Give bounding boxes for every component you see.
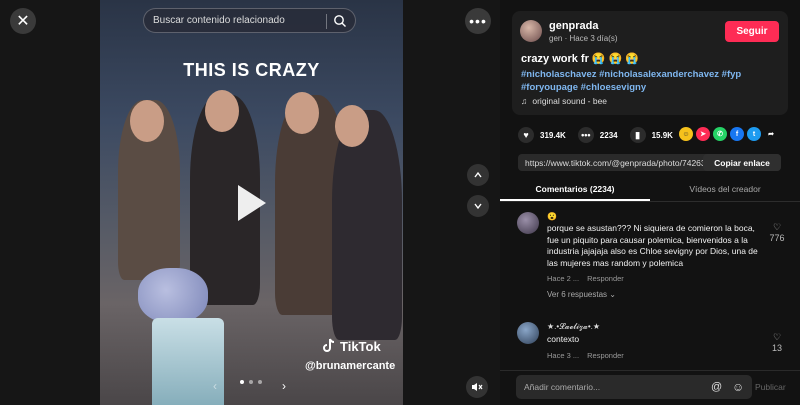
facebook-icon[interactable]: f [730,127,744,141]
avatar[interactable] [517,322,539,344]
emoji-icon[interactable]: ☺ [732,380,744,394]
reply-button[interactable]: Responder [587,274,624,283]
view-replies-button[interactable]: Ver 6 respuestas ⌄ [547,290,759,299]
like-count: 319.4K [540,130,566,140]
mute-icon[interactable] [466,376,488,398]
comment-author[interactable]: ★.•𝓛𝓪𝓮𝓵𝓲𝔃𝓪•.★ [547,322,759,332]
comment-author[interactable]: 😮 [547,212,759,221]
publish-button[interactable]: Publicar [755,382,786,392]
share-link-url[interactable]: https://www.tiktok.com/@genprada/photo/7… [518,158,703,168]
search-placeholder: Buscar contenido relacionado [153,15,285,26]
copy-link-button[interactable]: Copiar enlace [703,154,781,171]
comment-like[interactable]: ♡ 13 [767,332,787,353]
heart-icon[interactable]: ♥ [518,127,534,143]
comment-like[interactable]: ♡ 776 [767,222,787,243]
sound-label: original sound - bee [532,96,608,106]
comment-icon[interactable]: ••• [577,127,594,143]
video-figure-head [205,90,239,132]
comment-input-placeholder: Añadir comentario... [524,382,601,392]
whatsapp-icon[interactable]: ✆ [713,127,727,141]
video-figure-head [130,100,164,142]
comment-text: porque se asustan??? Ni siquiera de comi… [547,223,758,268]
video-figure [332,110,402,340]
comment-composer: Añadir comentario... @ ☺ Publicar [500,370,800,405]
comment-body: 😮 porque se asustan??? Ni siquiera de co… [547,212,759,299]
save-stat[interactable]: ▮ 15.9K [629,127,673,143]
search-icon[interactable] [333,14,347,28]
search-divider [326,14,327,29]
search-input[interactable]: Buscar contenido relacionado [143,8,356,33]
comment-input[interactable]: Añadir comentario... @ ☺ [516,375,752,399]
comment-meta: Hace 2 ... Responder [547,274,759,283]
bookmark-icon[interactable]: ▮ [629,127,646,143]
video-figure-head [335,105,369,147]
carousel-dot[interactable] [240,380,244,384]
author-meta: gen · Hace 3 día(s) [549,34,618,43]
heart-outline-icon[interactable]: ♡ [767,222,787,233]
tab-creator-videos[interactable]: Vídeos del creador [650,180,800,201]
flowers-decor [138,268,208,323]
tiktok-logo-icon [323,338,335,352]
music-note-icon: ♫ [521,96,528,106]
twitter-icon[interactable]: t [747,127,761,141]
share-link-row: https://www.tiktok.com/@genprada/photo/7… [518,154,781,171]
author-name[interactable]: genprada [549,20,599,32]
video-player[interactable]: Buscar contenido relacionado THIS IS CRA… [100,0,403,405]
like-stat[interactable]: ♥ 319.4K [518,127,566,143]
play-icon[interactable] [238,185,266,221]
follow-button[interactable]: Seguir [725,21,779,42]
post-caption: crazy work fr 😭 😭 😭 [521,53,640,65]
comment-count: 2234 [599,130,618,140]
comment-time: Hace 3 ... [547,350,580,360]
video-overlay-text: THIS IS CRAZY [183,60,320,80]
post-hashtags[interactable]: #nicholaschavez #nicholasalexanderchavez… [521,68,781,94]
close-icon[interactable]: ✕ [10,8,36,34]
details-panel: genprada gen · Hace 3 día(s) Seguir craz… [500,0,800,405]
previous-photo-icon[interactable]: ‹ [213,379,217,393]
at-icon[interactable]: @ [711,381,722,393]
panel-tabs: Comentarios (2234) Vídeos del creador [500,180,800,202]
carousel-dot[interactable] [258,380,262,384]
comment-like-count: 776 [769,233,785,243]
reply-button[interactable]: Responder [587,351,624,360]
app-root: ✕ ••• Buscar contenido relacionado THIS … [0,0,800,405]
engagement-stats: ♥ 319.4K ••• 2234 ▮ 15.9K [518,127,685,143]
video-stage: ✕ ••• Buscar contenido relacionado THIS … [0,0,500,405]
share-icons: ☺ ➤ ✆ f t ➦ [679,127,778,141]
watermark-handle: @brunamercante [305,360,396,372]
comment-text: contexto [547,334,580,344]
comment-meta: Hace 3 ... Responder [547,351,759,360]
comment-like-count: 13 [771,343,782,353]
embed-icon[interactable]: ☺ [679,127,693,141]
send-to-friends-icon[interactable]: ➤ [696,127,710,141]
video-figure-head [285,92,319,134]
chevron-down-icon[interactable] [467,195,489,217]
heart-outline-icon[interactable]: ♡ [767,332,787,343]
save-count: 15.9K [651,130,673,140]
tiktok-watermark: TikTok [322,338,381,354]
carousel-dots [240,380,262,384]
comment-body: ★.•𝓛𝓪𝓮𝓵𝓲𝔃𝓪•.★ contexto Hace 3 ... Respon… [547,322,759,360]
avatar[interactable] [517,212,539,234]
more-horizontal-icon[interactable]: ••• [465,8,491,34]
comment-time: Hace 2 ... [547,274,580,283]
share-arrow-icon[interactable]: ➦ [764,127,778,141]
chevron-up-icon[interactable] [467,164,489,186]
next-photo-icon[interactable]: › [282,379,286,393]
tab-comments[interactable]: Comentarios (2234) [500,180,650,201]
post-info-card: genprada gen · Hace 3 día(s) Seguir craz… [512,11,788,115]
avatar[interactable] [520,20,542,42]
comment-stat[interactable]: ••• 2234 [577,127,618,143]
carousel-dot[interactable] [249,380,253,384]
sound-link[interactable]: ♫ original sound - bee [521,96,607,106]
watermark-text: TikTok [340,338,381,354]
